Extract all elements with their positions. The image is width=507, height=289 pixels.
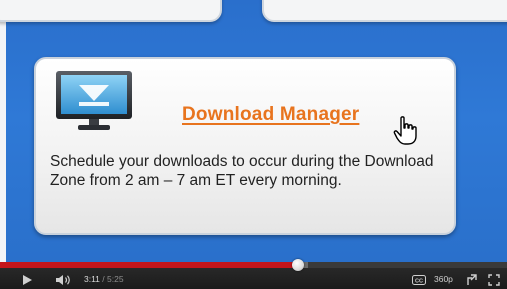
captions-button[interactable]: CC [410,270,428,289]
hand-cursor-icon [393,116,417,145]
svg-text:CC: CC [415,278,423,284]
fullscreen-button[interactable] [485,270,503,289]
frame-edge [0,0,6,262]
closed-captions-icon: CC [412,274,426,285]
time-separator: / [99,274,108,284]
video-player: Download Manager Schedule your downloads… [0,0,507,289]
card-description: Schedule your downloads to occur during … [50,153,434,189]
duration: 5:25 [107,274,124,284]
monitor-download-icon [56,71,132,130]
download-manager-card: Download Manager Schedule your downloads… [34,57,456,235]
volume-button[interactable] [52,270,76,289]
volume-icon [56,274,70,285]
progress-played [0,262,298,268]
top-right-card [262,0,507,22]
popout-button[interactable] [463,270,481,289]
fullscreen-icon [488,273,500,286]
popout-icon [467,273,477,285]
play-icon [23,274,32,285]
current-time: 3:11 [84,274,100,284]
quality-button[interactable]: 360p [434,274,453,284]
play-button[interactable] [16,270,38,289]
time-display: 3:11 / 5:25 [84,274,124,284]
progress-scrubber-handle[interactable] [292,259,304,271]
progress-bar[interactable] [0,259,507,271]
video-frame[interactable]: Download Manager Schedule your downloads… [0,0,507,262]
download-manager-link[interactable]: Download Manager [182,104,359,126]
top-left-card [0,0,222,22]
